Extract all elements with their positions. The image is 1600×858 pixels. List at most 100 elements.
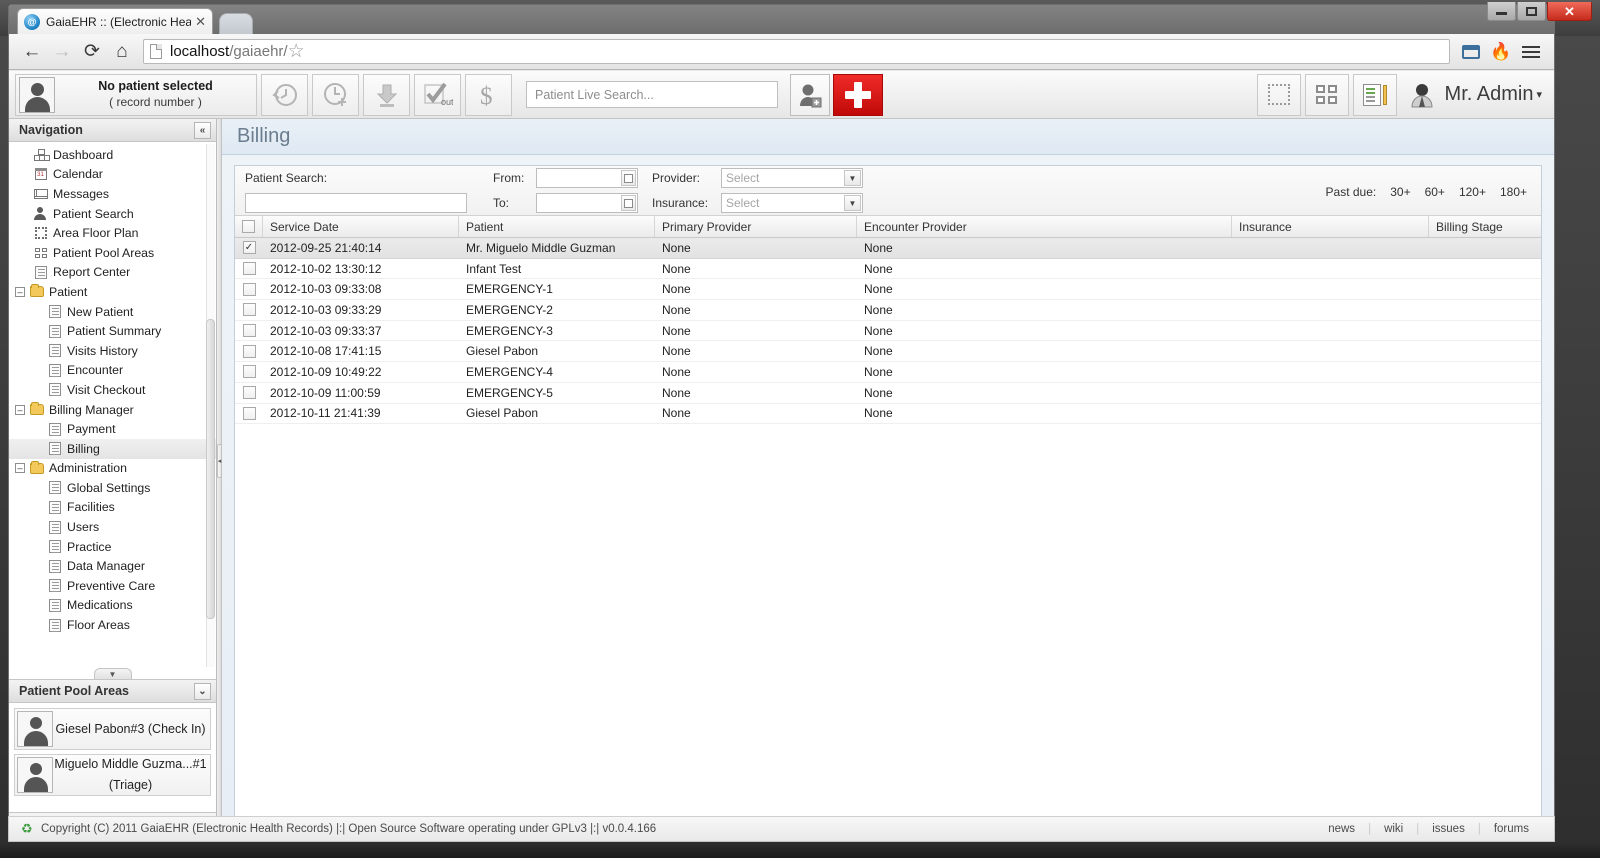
sidebar-item-calendar[interactable]: 31 Calendar <box>9 165 216 185</box>
row-checkbox[interactable] <box>242 303 256 317</box>
sidebar-item-report-center[interactable]: Report Center <box>9 263 216 283</box>
to-calendar-button[interactable] <box>621 195 636 211</box>
sidebar-splitter[interactable]: ◂ <box>217 119 222 841</box>
past-due-option-180plus[interactable]: 180+ <box>1500 185 1527 199</box>
table-row[interactable]: ✓ 2012-09-25 21:40:14 Mr. Miguelo Middle G… <box>235 238 1541 259</box>
row-checkbox[interactable] <box>242 262 256 276</box>
forward-icon[interactable]: → <box>47 38 77 66</box>
window-restore-icon[interactable] <box>1456 38 1486 66</box>
browser-tab-gaiaehr[interactable]: @ GaiaEHR :: (Electronic Heal ✕ <box>17 8 213 34</box>
table-row[interactable]: 2012-10-11 21:41:39 Giesel Pabon None None <box>235 404 1541 425</box>
new-tab-button[interactable] <box>219 13 253 34</box>
sidebar-item-preventive-care[interactable]: Preventive Care <box>9 576 216 596</box>
history-button[interactable] <box>261 73 308 116</box>
row-select-cell[interactable] <box>235 341 263 361</box>
sidebar-item-patient-summary[interactable]: Patient Summary <box>9 321 216 341</box>
sidebar-item-global-settings[interactable]: Global Settings <box>9 478 216 498</box>
row-checkbox[interactable] <box>242 365 256 379</box>
window-minimize-button[interactable] <box>1487 2 1516 21</box>
sidebar-item-medications[interactable]: Medications <box>9 596 216 616</box>
table-row[interactable]: 2012-10-02 13:30:12 Infant Test None None <box>235 259 1541 280</box>
select-all-checkbox[interactable] <box>242 220 255 233</box>
sidebar-item-payment[interactable]: Payment <box>9 419 216 439</box>
add-encounter-button[interactable] <box>312 73 359 116</box>
row-select-cell[interactable] <box>235 259 263 279</box>
row-checkbox[interactable] <box>242 386 256 400</box>
address-bar[interactable]: localhost/gaiaehr/ ☆ <box>143 39 1450 64</box>
window-close-button[interactable]: ✕ <box>1547 2 1592 21</box>
from-date-input[interactable] <box>536 168 638 188</box>
sidebar-item-billing[interactable]: Billing <box>9 438 216 459</box>
table-row[interactable]: 2012-10-09 11:00:59 EMERGENCY-5 None None <box>235 383 1541 404</box>
sidebar-item-visits-history[interactable]: Visits History <box>9 341 216 361</box>
home-icon[interactable]: ⌂ <box>107 38 137 66</box>
provider-select[interactable]: Select ▼ <box>721 168 863 188</box>
table-row[interactable]: 2012-10-03 09:33:37 EMERGENCY-3 None None <box>235 321 1541 342</box>
user-menu[interactable]: Mr. Admin ▾ <box>1401 74 1548 116</box>
to-date-input[interactable] <box>536 193 638 213</box>
pool-card[interactable]: Miguelo Middle Guzma...#1 (Triage) <box>14 754 211 796</box>
navigation-scrollbar[interactable] <box>206 144 215 667</box>
tree-expander[interactable]: – <box>15 463 25 474</box>
sidebar-item-encounter[interactable]: Encounter <box>9 361 216 381</box>
table-row[interactable]: 2012-10-03 09:33:08 EMERGENCY-1 None None <box>235 279 1541 301</box>
sidebar-item-patient-search[interactable]: Patient Search <box>9 204 216 224</box>
sidebar-item-floor-areas[interactable]: Floor Areas <box>9 615 216 635</box>
sidebar-item-new-patient[interactable]: New Patient <box>9 302 216 322</box>
browser-menu-icon[interactable] <box>1516 38 1546 66</box>
row-select-cell[interactable]: ✓ <box>235 238 263 258</box>
select-all-header[interactable] <box>235 216 263 237</box>
bookmark-star-icon[interactable]: ☆ <box>288 40 305 63</box>
patient-pool-areas-button[interactable] <box>1304 73 1349 116</box>
sidebar-item-patient-pool-areas[interactable]: Patient Pool Areas <box>9 243 216 263</box>
sidebar-item-facilities[interactable]: Facilities <box>9 498 216 518</box>
patient-search-input[interactable] <box>245 193 467 213</box>
table-row[interactable]: 2012-10-08 17:41:15 Giesel Pabon None None <box>235 341 1541 363</box>
emergency-button[interactable] <box>833 73 883 116</box>
scrollbar-thumb[interactable] <box>206 319 215 619</box>
back-icon[interactable]: ← <box>17 38 47 66</box>
footer-link-forums[interactable]: forums <box>1481 823 1542 835</box>
pool-collapse-button[interactable]: ⌄ <box>194 682 211 700</box>
billing-button[interactable]: $ <box>465 73 512 116</box>
sidebar-item-billing-manager[interactable]: – Billing Manager <box>9 400 216 420</box>
pool-card[interactable]: Giesel Pabon#3 (Check In) <box>14 708 211 750</box>
charts-button[interactable] <box>1352 73 1397 116</box>
past-due-option-120plus[interactable]: 120+ <box>1459 185 1486 199</box>
area-floor-plan-button[interactable] <box>1256 73 1301 116</box>
row-select-cell[interactable] <box>235 300 263 320</box>
from-calendar-button[interactable] <box>621 170 636 186</box>
row-select-cell[interactable] <box>235 279 263 299</box>
navigation-tree[interactable]: Dashboard 31 Calendar Messages Patient Searc… <box>9 142 216 679</box>
row-checkbox[interactable] <box>242 282 256 296</box>
navigation-scroll-down-button[interactable]: ▼ <box>93 668 132 679</box>
check-out-button[interactable]: out <box>414 73 461 116</box>
sidebar-item-practice[interactable]: Practice <box>9 537 216 557</box>
row-select-cell[interactable] <box>235 383 263 403</box>
column-header-insurance[interactable]: Insurance <box>1232 216 1429 237</box>
add-patient-button[interactable] <box>790 73 830 116</box>
sidebar-item-administration[interactable]: – Administration <box>9 459 216 479</box>
window-controls[interactable]: ✕ <box>1486 2 1592 22</box>
selected-patient-card[interactable]: No patient selected ( record number ) <box>15 73 257 116</box>
insurance-select[interactable]: Select ▼ <box>721 193 863 213</box>
sidebar-item-messages[interactable]: Messages <box>9 184 216 204</box>
sidebar-item-data-manager[interactable]: Data Manager <box>9 556 216 576</box>
row-select-cell[interactable] <box>235 362 263 382</box>
table-row[interactable]: 2012-10-09 10:49:22 EMERGENCY-4 None None <box>235 362 1541 383</box>
reload-icon[interactable]: ⟳ <box>77 38 107 66</box>
collapse-sidebar-button[interactable]: « <box>194 121 211 139</box>
footer-link-issues[interactable]: issues <box>1419 823 1478 835</box>
sidebar-item-area-floor-plan[interactable]: Area Floor Plan <box>9 223 216 243</box>
sidebar-item-patient[interactable]: – Patient <box>9 282 216 302</box>
check-in-button[interactable] <box>363 73 410 116</box>
row-select-cell[interactable] <box>235 321 263 341</box>
flame-icon[interactable]: 🔥 <box>1486 38 1516 66</box>
past-due-option-60plus[interactable]: 60+ <box>1425 185 1445 199</box>
column-header-service-date[interactable]: Service Date <box>263 216 459 237</box>
footer-link-news[interactable]: news <box>1315 823 1368 835</box>
column-header-patient[interactable]: Patient <box>459 216 655 237</box>
chevron-down-icon[interactable]: ▼ <box>844 170 861 186</box>
column-header-primary-provider[interactable]: Primary Provider <box>655 216 857 237</box>
tree-expander[interactable]: – <box>15 286 25 297</box>
